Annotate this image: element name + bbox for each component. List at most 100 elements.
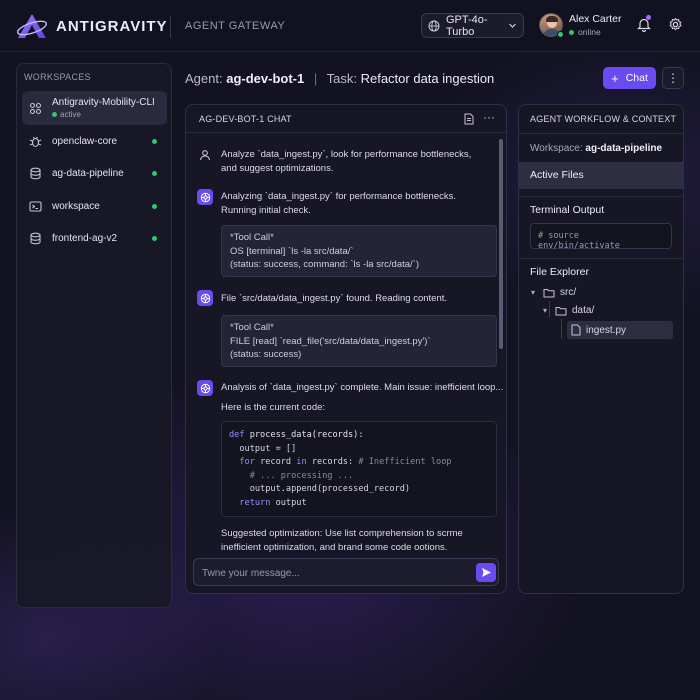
file-icon xyxy=(571,324,581,336)
sidebar-item-workspace[interactable]: workspace xyxy=(22,191,167,221)
tree-file-ingest[interactable]: ingest.py xyxy=(569,324,626,336)
online-dot xyxy=(569,29,574,35)
new-chat-label: Chat xyxy=(625,72,648,84)
avatar-status-dot xyxy=(557,31,564,38)
sidebar-item-label: workspace xyxy=(52,200,100,212)
status-dot xyxy=(152,235,157,241)
tree-folder-data[interactable]: ▾ data/ xyxy=(543,305,594,316)
tree-folder-src[interactable]: ▾ src/ xyxy=(531,287,576,298)
title-separator: | xyxy=(313,71,318,86)
divider xyxy=(519,196,683,197)
user-status: online xyxy=(569,27,622,37)
plus-icon: + xyxy=(611,70,619,86)
sidebar-item-ag-data-pipeline[interactable]: ag-data-pipeline xyxy=(22,158,167,188)
tool-call-command: FILE [read] `read_file('src/data/data_in… xyxy=(230,335,431,347)
tree-guide xyxy=(561,319,562,339)
logo[interactable]: ANTIGRAVITY xyxy=(16,13,168,39)
terminal-icon xyxy=(28,199,42,213)
tree-label: src/ xyxy=(560,287,577,298)
divider xyxy=(519,258,683,259)
divider xyxy=(170,16,171,38)
sidebar-item-label: openclaw-core xyxy=(52,135,118,147)
tool-call-box: *Tool Call* OS [terminal] `ls -la src/da… xyxy=(221,225,497,277)
active-files-tab[interactable]: Active Files xyxy=(519,162,683,189)
bot-message: Suggested optimization: Use list compreh… xyxy=(221,528,463,553)
grid-icon xyxy=(28,101,42,115)
tool-call-status: (status: success, command: `ls -la src/d… xyxy=(230,259,419,270)
task-label: Task: xyxy=(326,71,357,86)
bot-icon xyxy=(197,189,213,205)
tree-label: ingest.py xyxy=(586,324,627,336)
globe-icon xyxy=(428,20,440,31)
code-block: def process_data(records): output = [] f… xyxy=(221,421,497,517)
message-input[interactable] xyxy=(202,565,462,581)
tool-call-box: *Tool Call* FILE [read] `read_file('src/… xyxy=(221,315,497,367)
sidebar-item-label: Antigravity-Mobility-CLI xyxy=(52,97,155,108)
gear-icon[interactable] xyxy=(668,17,683,32)
status-dot xyxy=(152,203,157,209)
bot-message: File `src/data/data_ingest.py` found. Re… xyxy=(221,293,448,304)
file-explorer-title: File Explorer xyxy=(530,266,589,278)
user-name: Alex Carter xyxy=(569,13,622,25)
model-label: GPT-4o-Turbo xyxy=(446,13,488,38)
bug-icon xyxy=(28,134,42,148)
task-name: Refactor data ingestion xyxy=(360,71,495,86)
terminal-output: # source env/bin/activate xyxy=(530,223,672,251)
page-title: Agent: ag-dev-bot-1 | Task: Refactor dat… xyxy=(185,71,494,86)
sidebar-item-status: active xyxy=(52,110,167,119)
send-icon xyxy=(481,568,491,577)
bot-icon xyxy=(197,380,213,396)
chat-title: AG-DEV-BOT-1 CHAT xyxy=(199,114,292,124)
tool-call-status: (status: success) xyxy=(230,349,302,360)
database-icon xyxy=(28,166,42,180)
sidebar-item-label: frontend-ag-v2 xyxy=(52,232,118,244)
status-dot xyxy=(152,138,157,144)
terminal-output-title: Terminal Output xyxy=(530,204,605,216)
bot-message: Analyzing `data_ingest.py` for performan… xyxy=(221,191,456,216)
sidebar-item-openclaw-core[interactable]: openclaw-core xyxy=(22,126,167,156)
section-title: AGENT GATEWAY xyxy=(185,20,286,32)
chat-more-icon[interactable]: ··· xyxy=(483,110,495,124)
sidebar-item-antigravity-mobility-cli[interactable]: Antigravity-Mobility-CLI active xyxy=(22,91,167,125)
top-bar: ANTIGRAVITY AGENT GATEWAY GPT-4o-Turbo A… xyxy=(0,0,700,52)
workspace-info: Workspace: ag-data-pipeline xyxy=(530,143,663,154)
folder-icon xyxy=(543,288,555,298)
bot-icon xyxy=(197,290,213,306)
logo-text: ANTIGRAVITY xyxy=(56,17,168,35)
bot-message: Analysis of `data_ingest.py` complete. M… xyxy=(221,382,504,393)
tool-call-label: *Tool Call* xyxy=(230,232,274,243)
user-icon xyxy=(197,147,213,163)
database-icon xyxy=(28,231,42,245)
status-dot xyxy=(152,170,157,176)
chevron-down-icon xyxy=(509,23,516,28)
context-title: AGENT WORKFLOW & CONTEXT xyxy=(530,114,677,124)
sidebar-item-label: ag-data-pipeline xyxy=(52,167,124,179)
more-options-button[interactable]: ⋮ xyxy=(662,67,684,89)
divider xyxy=(519,133,683,134)
sidebar-item-frontend-ag-v2[interactable]: frontend-ag-v2 xyxy=(22,223,167,253)
message-input-box xyxy=(193,558,499,586)
tool-call-command: OS [terminal] `ls -la src/data/` xyxy=(230,245,354,257)
workspaces-sidebar: WORKSPACES Antigravity-Mobility-CLI acti… xyxy=(16,63,172,608)
notification-dot xyxy=(646,15,651,20)
bot-message-continued: Here is the current code: xyxy=(221,402,326,413)
chevron-down-icon: ▾ xyxy=(531,288,536,297)
model-select[interactable]: GPT-4o-Turbo xyxy=(421,13,524,38)
user-message: Analyze `data_ingest.py`, look for perfo… xyxy=(221,149,472,174)
chat-panel: AG-DEV-BOT-1 CHAT ··· Analyze `data_inge… xyxy=(185,104,507,594)
sidebar-title: WORKSPACES xyxy=(24,72,91,82)
chat-scrollbar[interactable] xyxy=(499,139,503,349)
antigravity-logo-icon xyxy=(16,14,48,38)
active-dot xyxy=(52,112,57,117)
folder-icon xyxy=(555,306,567,316)
document-icon[interactable] xyxy=(464,113,474,125)
send-button[interactable] xyxy=(476,563,496,582)
chat-header: AG-DEV-BOT-1 CHAT ··· xyxy=(186,105,506,133)
agent-label: Agent: xyxy=(185,71,223,86)
user-menu[interactable]: Alex Carter online xyxy=(539,13,622,37)
tree-label: data/ xyxy=(572,305,595,316)
tool-call-label: *Tool Call* xyxy=(230,322,274,333)
new-chat-button[interactable]: + Chat xyxy=(603,67,656,89)
agent-name: ag-dev-bot-1 xyxy=(226,71,305,86)
chevron-down-icon: ▾ xyxy=(543,306,548,315)
